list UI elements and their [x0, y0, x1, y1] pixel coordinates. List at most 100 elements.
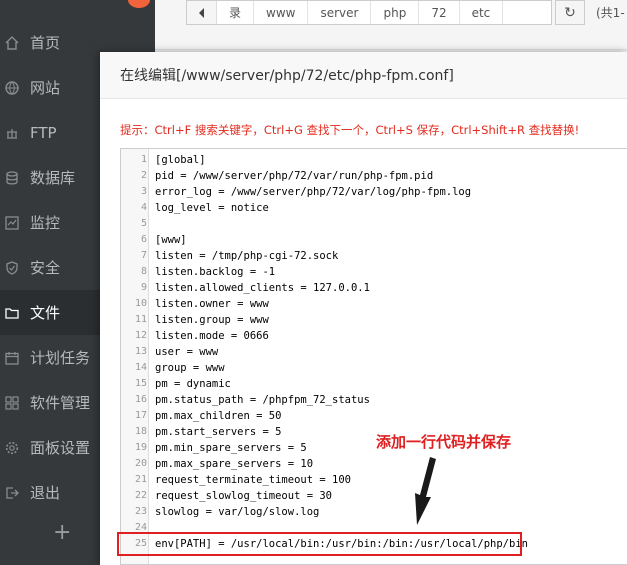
apps-icon	[5, 395, 19, 410]
code-line[interactable]: 3 error_log = /www/server/php/72/var/log/…	[121, 184, 627, 200]
sidebar-item-label: 退出	[30, 484, 61, 502]
path-segment[interactable]: 72	[419, 1, 460, 24]
refresh-button[interactable]: ↻	[555, 0, 585, 25]
code-line[interactable]: 22 request_slowlog_timeout = 30	[121, 488, 627, 504]
code-text: user = www	[155, 346, 219, 358]
line-number: 3	[140, 186, 147, 197]
code-line[interactable]: 4 log_level = notice	[121, 200, 627, 216]
path-segment[interactable]: php	[371, 1, 420, 24]
line-number: 15	[134, 378, 147, 389]
database-icon	[5, 170, 19, 185]
sidebar-item-label: 安全	[30, 259, 61, 277]
dialog-title: 在线编辑[/www/server/php/72/etc/php-fpm.conf…	[100, 52, 627, 99]
line-number: 21	[134, 474, 147, 485]
code-line[interactable]: 23 slowlog = var/log/slow.log	[121, 504, 627, 520]
code-text: pm = dynamic	[155, 378, 231, 390]
code-line[interactable]: 2 pid = /www/server/php/72/var/run/php-fp…	[121, 168, 627, 184]
path-segment[interactable]: etc	[460, 1, 504, 24]
sidebar-item-label: 文件	[30, 304, 61, 322]
code-line[interactable]: 14 group = www	[121, 360, 627, 376]
code-text: group = www	[155, 362, 225, 374]
shield-icon	[5, 260, 19, 275]
code-line[interactable]: 1 [global]	[121, 152, 627, 168]
code-line[interactable]: 18 pm.start_servers = 5	[121, 424, 627, 440]
line-number: 12	[134, 330, 147, 341]
path-segment[interactable]: 录	[217, 1, 255, 24]
code-text: pm.start_servers = 5	[155, 426, 282, 438]
sidebar-item-label: 监控	[30, 214, 61, 232]
sidebar-item-label: 面板设置	[30, 439, 91, 457]
total-count-text: (共1-	[596, 6, 625, 20]
sidebar-item-label: 软件管理	[30, 394, 91, 412]
code-line[interactable]: 9 listen.allowed_clients = 127.0.0.1	[121, 280, 627, 296]
code-line[interactable]: 10 listen.owner = www	[121, 296, 627, 312]
line-number: 18	[134, 426, 147, 437]
line-number: 2	[140, 170, 147, 181]
line-number: 13	[134, 346, 147, 357]
line-number: 17	[134, 410, 147, 421]
line-number: 8	[140, 266, 147, 277]
code-text: listen.allowed_clients = 127.0.0.1	[155, 282, 370, 294]
line-number: 7	[140, 250, 147, 261]
line-number: 11	[134, 314, 147, 325]
code-text: request_terminate_timeout = 100	[155, 474, 351, 486]
sidebar-item-label: FTP	[30, 123, 57, 142]
line-number: 6	[140, 234, 147, 245]
line-number: 20	[134, 458, 147, 469]
code-line[interactable]: 20 pm.max_spare_servers = 10	[121, 456, 627, 472]
line-number: 10	[134, 298, 147, 309]
code-text: listen.backlog = -1	[155, 266, 276, 278]
code-text: [global]	[155, 154, 206, 166]
code-text: listen.mode = 0666	[155, 330, 269, 342]
gear-icon	[5, 441, 19, 455]
code-line[interactable]: 5	[121, 216, 627, 232]
line-number: 22	[134, 490, 147, 501]
sidebar-item-label: 首页	[30, 34, 61, 52]
code-line[interactable]: 6 [www]	[121, 232, 627, 248]
code-editor[interactable]: 1 [global] 2 pid = /www/server/php/72/var/r…	[120, 148, 627, 565]
line-number: 16	[134, 394, 147, 405]
shortcut-hint: 提示：Ctrl+F 搜索关键字，Ctrl+G 查找下一个，Ctrl+S 保存，C…	[120, 123, 580, 137]
code-line[interactable]: 8 listen.backlog = -1	[121, 264, 627, 280]
code-text: pid = /www/server/php/72/var/run/php-fpm…	[155, 170, 434, 182]
line-number: 19	[134, 442, 147, 453]
code-text: listen.group = www	[155, 314, 269, 326]
sidebar-item-label: 网站	[30, 79, 61, 97]
notification-badge	[128, 0, 150, 8]
highlight-box	[117, 532, 522, 556]
code-text: pm.status_path = /phpfpm_72_status	[155, 394, 370, 406]
code-text: slowlog = var/log/slow.log	[155, 506, 320, 518]
code-text: pm.max_children = 50	[155, 410, 282, 422]
code-line[interactable]: 16 pm.status_path = /phpfpm_72_status	[121, 392, 627, 408]
code-line[interactable]: 11 listen.group = www	[121, 312, 627, 328]
code-line[interactable]: 13 user = www	[121, 344, 627, 360]
home-icon	[5, 35, 19, 50]
code-text: error_log = /www/server/php/72/var/log/p…	[155, 186, 472, 198]
code-line[interactable]: 15 pm = dynamic	[121, 376, 627, 392]
line-number: 5	[140, 218, 147, 229]
code-line[interactable]: 7 listen = /tmp/php-cgi-72.sock	[121, 248, 627, 264]
online-edit-dialog: 在线编辑[/www/server/php/72/etc/php-fpm.conf…	[100, 52, 627, 565]
path-segment[interactable]: server	[308, 1, 372, 24]
line-number: 1	[140, 154, 147, 165]
code-text: log_level = notice	[155, 202, 269, 214]
ftp-icon	[5, 126, 19, 140]
add-button[interactable]: +	[53, 520, 71, 545]
path-bar[interactable]: 录 www server php 72 etc	[186, 0, 552, 25]
code-line[interactable]: 17 pm.max_children = 50	[121, 408, 627, 424]
path-segment[interactable]: www	[254, 1, 309, 24]
refresh-icon: ↻	[564, 4, 576, 21]
code-text: [www]	[155, 234, 187, 246]
folder-icon	[5, 306, 19, 320]
back-arrow-icon[interactable]	[187, 1, 217, 24]
code-line[interactable]: 19 pm.min_spare_servers = 5	[121, 440, 627, 456]
calendar-icon	[5, 351, 19, 365]
sidebar-item-label: 数据库	[30, 169, 76, 187]
line-number: 14	[134, 362, 147, 373]
code-line[interactable]: 21 request_terminate_timeout = 100	[121, 472, 627, 488]
code-line[interactable]: 12 listen.mode = 0666	[121, 328, 627, 344]
monitor-icon	[5, 215, 19, 230]
code-text: pm.max_spare_servers = 10	[155, 458, 314, 470]
line-number: 4	[140, 202, 147, 213]
globe-icon	[5, 80, 19, 95]
